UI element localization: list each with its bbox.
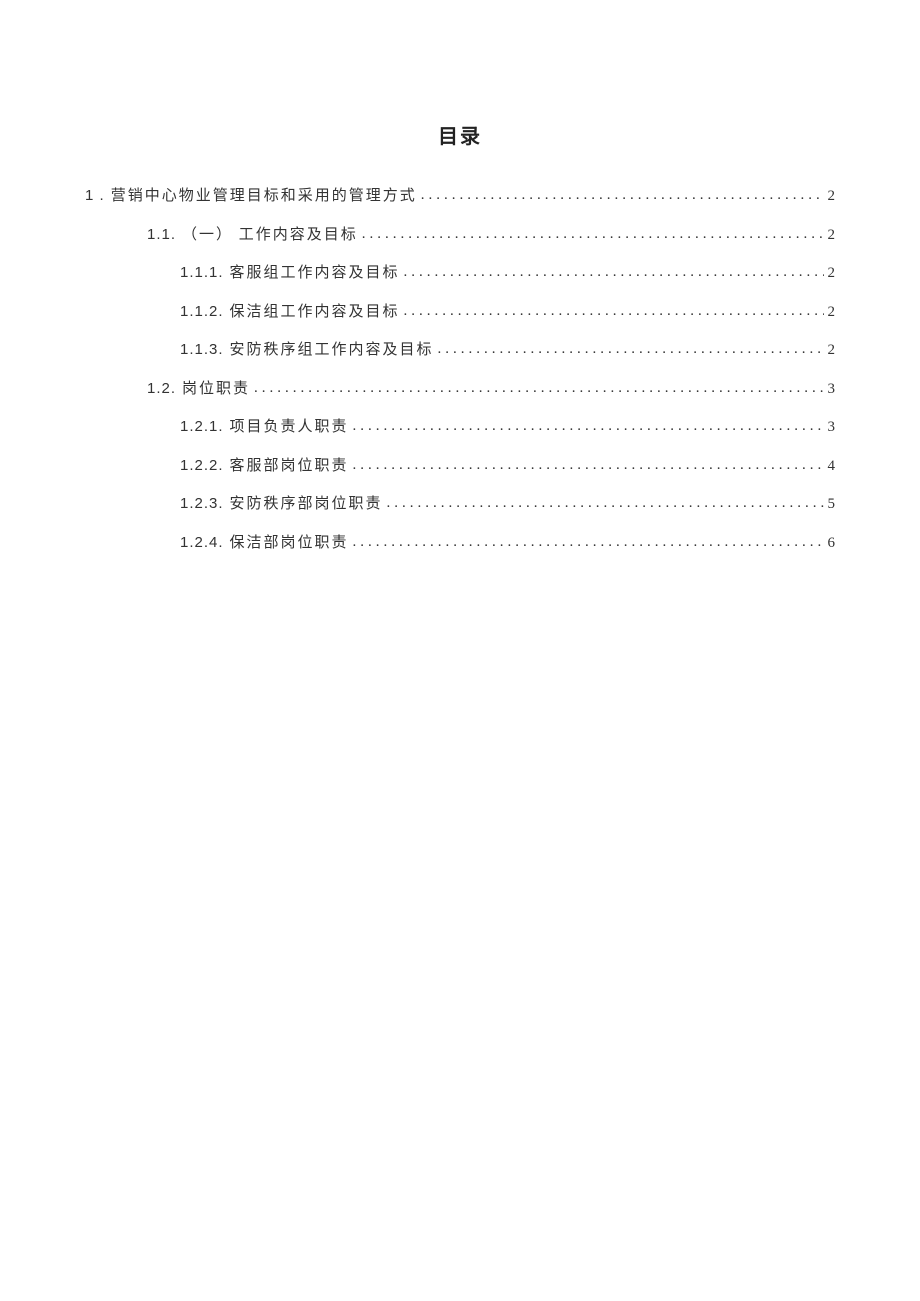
toc-leader bbox=[362, 216, 824, 254]
toc-text: 保洁部岗位职责 bbox=[230, 525, 349, 563]
toc-number: 1.1.2. bbox=[180, 293, 224, 331]
toc-text: 保洁组工作内容及目标 bbox=[230, 294, 400, 332]
toc-page-number: 4 bbox=[828, 448, 836, 486]
toc-entry: 1.2.2. 客服部岗位职责 4 bbox=[180, 447, 835, 486]
toc-page-number: 5 bbox=[828, 486, 836, 524]
toc-entry: 1.1. （一） 工作内容及目标 2 bbox=[147, 216, 835, 255]
toc-number: 1.2.4. bbox=[180, 524, 224, 562]
toc-page-number: 2 bbox=[828, 294, 836, 332]
toc-number: 1.2.3. bbox=[180, 485, 224, 523]
toc-entry: 1.1.1. 客服组工作内容及目标 2 bbox=[180, 254, 835, 293]
toc-entry: 1.2.3. 安防秩序部岗位职责 5 bbox=[180, 485, 835, 524]
toc-page-number: 2 bbox=[828, 255, 836, 293]
toc-number: 1 . bbox=[85, 177, 105, 215]
toc-text: 营销中心物业管理目标和采用的管理方式 bbox=[111, 178, 417, 216]
toc-page-number: 3 bbox=[828, 409, 836, 447]
toc-leader bbox=[254, 370, 823, 408]
toc-title: 目录 bbox=[85, 120, 835, 149]
toc-entry: 1.2.1. 项目负责人职责 3 bbox=[180, 408, 835, 447]
toc-text: 安防秩序部岗位职责 bbox=[230, 486, 383, 524]
toc-text: 岗位职责 bbox=[182, 371, 250, 409]
toc-page-number: 2 bbox=[828, 332, 836, 370]
toc-text: （一） 工作内容及目标 bbox=[182, 217, 358, 255]
toc-page-number: 2 bbox=[828, 178, 836, 216]
toc-leader bbox=[353, 524, 824, 562]
toc-leader bbox=[404, 293, 824, 331]
toc-page-number: 6 bbox=[828, 525, 836, 563]
toc-entry: 1.1.2. 保洁组工作内容及目标 2 bbox=[180, 293, 835, 332]
toc-list: 1 . 营销中心物业管理目标和采用的管理方式 2 1.1. （一） 工作内容及目… bbox=[85, 177, 835, 562]
toc-leader bbox=[404, 254, 824, 292]
toc-leader bbox=[387, 485, 824, 523]
toc-entry: 1.1.3. 安防秩序组工作内容及目标 2 bbox=[180, 331, 835, 370]
toc-number: 1.2.2. bbox=[180, 447, 224, 485]
toc-leader bbox=[353, 447, 824, 485]
toc-entry: 1.2. 岗位职责 3 bbox=[147, 370, 835, 409]
toc-leader bbox=[421, 177, 824, 215]
toc-leader bbox=[438, 331, 824, 369]
toc-number: 1.1. bbox=[147, 216, 176, 254]
toc-text: 安防秩序组工作内容及目标 bbox=[230, 332, 434, 370]
toc-text: 客服部岗位职责 bbox=[230, 448, 349, 486]
document-page: 目录 1 . 营销中心物业管理目标和采用的管理方式 2 1.1. （一） 工作内… bbox=[0, 0, 920, 562]
toc-number: 1.1.3. bbox=[180, 331, 224, 369]
toc-entry: 1 . 营销中心物业管理目标和采用的管理方式 2 bbox=[85, 177, 835, 216]
toc-leader bbox=[353, 408, 824, 446]
toc-page-number: 2 bbox=[828, 217, 836, 255]
toc-page-number: 3 bbox=[828, 371, 836, 409]
toc-text: 项目负责人职责 bbox=[230, 409, 349, 447]
toc-number: 1.2. bbox=[147, 370, 176, 408]
toc-number: 1.1.1. bbox=[180, 254, 224, 292]
toc-text: 客服组工作内容及目标 bbox=[230, 255, 400, 293]
toc-number: 1.2.1. bbox=[180, 408, 224, 446]
toc-entry: 1.2.4. 保洁部岗位职责 6 bbox=[180, 524, 835, 563]
